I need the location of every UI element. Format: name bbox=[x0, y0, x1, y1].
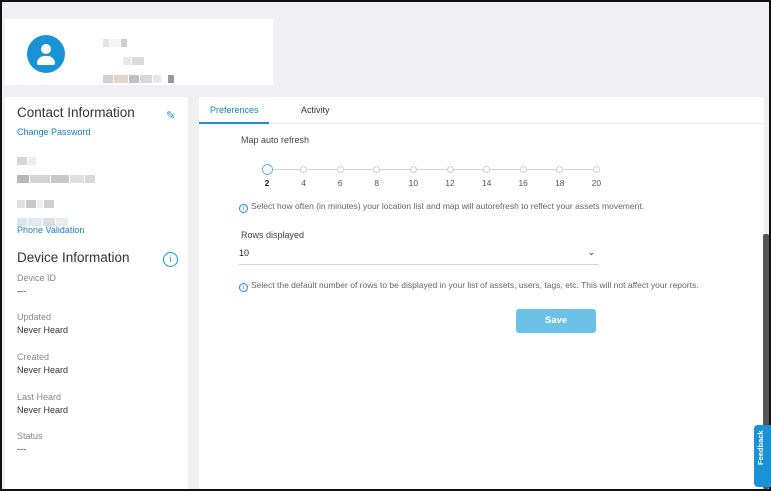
slider-tick[interactable] bbox=[300, 166, 308, 173]
slider-tick-label: 16 bbox=[518, 178, 528, 188]
profile-card bbox=[5, 19, 273, 85]
slider-tick[interactable] bbox=[483, 166, 491, 173]
slider-tick-label: 2 bbox=[264, 178, 270, 188]
rows-help: i Select the default number of rows to be… bbox=[239, 280, 699, 292]
redacted-email bbox=[17, 152, 96, 188]
slider-tick[interactable] bbox=[592, 166, 600, 173]
slider-tick[interactable] bbox=[519, 166, 527, 173]
updated-value: Never Heard bbox=[17, 325, 69, 335]
tab-bar: Preferences Activity bbox=[199, 97, 764, 124]
slider-tick-label: 4 bbox=[301, 178, 306, 188]
map-refresh-help: i Select how often (in minutes) your loca… bbox=[239, 201, 644, 213]
slider-tick-label: 6 bbox=[337, 178, 343, 188]
status-label: Status bbox=[17, 431, 43, 441]
slider-tick-label: 12 bbox=[445, 178, 455, 188]
slider-tick-label: 14 bbox=[481, 178, 492, 188]
info-icon[interactable]: i bbox=[163, 252, 178, 267]
created-label: Created bbox=[17, 352, 50, 362]
info-icon: i bbox=[239, 283, 248, 292]
change-password-link[interactable]: Change Password bbox=[17, 127, 91, 137]
tab-preferences[interactable]: Preferences bbox=[210, 105, 259, 115]
rows-select[interactable]: 10 ⌄ bbox=[239, 245, 599, 265]
map-refresh-label: Map auto refresh bbox=[241, 135, 310, 145]
save-button[interactable]: Save bbox=[516, 309, 596, 333]
updated-label: Updated bbox=[17, 312, 52, 322]
slider-tick[interactable] bbox=[373, 166, 381, 173]
phone-validation-link[interactable]: Phone Validation bbox=[17, 225, 84, 235]
rows-select-value: 10 bbox=[239, 248, 250, 258]
slider-tick-label: 10 bbox=[408, 178, 419, 188]
device-id-label: Device ID bbox=[17, 273, 57, 283]
slider-tick-label: 18 bbox=[555, 178, 565, 188]
slider-tick[interactable] bbox=[556, 166, 564, 173]
created-value: Never Heard bbox=[17, 365, 69, 375]
device-id-value: --- bbox=[17, 286, 26, 296]
feedback-label: Feedback bbox=[756, 430, 765, 465]
refresh-slider-track[interactable] bbox=[267, 169, 597, 170]
feedback-button[interactable]: Feedback bbox=[754, 425, 771, 487]
contact-title: Contact Information bbox=[17, 105, 135, 120]
last-heard-label: Last Heard bbox=[17, 392, 62, 402]
edit-pencil-icon[interactable]: ✎ bbox=[166, 109, 178, 122]
redacted-name bbox=[103, 34, 175, 88]
contact-panel: Contact Information ✎ Change Password Ph… bbox=[5, 97, 188, 489]
slider-tick[interactable] bbox=[336, 166, 344, 173]
slider-knob[interactable] bbox=[262, 164, 273, 175]
rows-label: Rows displayed bbox=[241, 230, 305, 240]
info-icon: i bbox=[239, 204, 248, 213]
avatar-user-icon bbox=[27, 35, 65, 73]
chevron-down-icon: ⌄ bbox=[587, 247, 595, 257]
slider-tick-label: 8 bbox=[374, 178, 380, 188]
preferences-panel: Preferences Activity Map auto refresh 2 4… bbox=[199, 97, 764, 489]
status-value: --- bbox=[17, 444, 26, 454]
device-title: Device Information bbox=[17, 250, 130, 265]
tab-activity[interactable]: Activity bbox=[301, 105, 330, 115]
slider-tick[interactable] bbox=[409, 166, 417, 173]
last-heard-value: Never Heard bbox=[17, 405, 69, 415]
active-tab-indicator bbox=[199, 122, 269, 124]
slider-tick-label: 20 bbox=[591, 178, 602, 188]
slider-tick[interactable] bbox=[446, 166, 454, 173]
